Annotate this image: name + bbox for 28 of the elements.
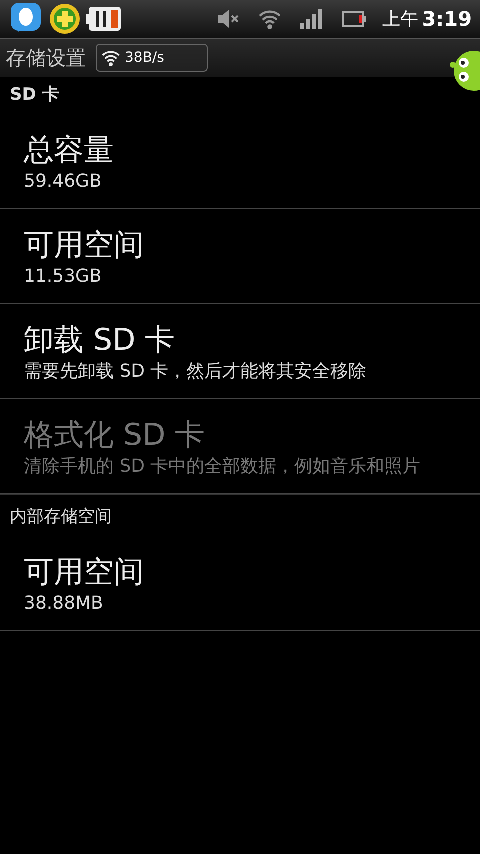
battery-icon: [342, 11, 366, 27]
network-speed: 38B/s: [125, 50, 164, 66]
screen-title: 存储设置: [6, 44, 86, 72]
mute-icon: [218, 10, 240, 28]
item-summary: 38.88MB: [24, 592, 104, 616]
settings-item[interactable]: 可用空间 11.53GB: [0, 209, 480, 304]
settings-item[interactable]: 卸载 SD 卡 需要先卸载 SD 卡，然后才能将其安全移除: [0, 304, 480, 399]
wifi-icon: [258, 8, 282, 30]
item-title: 总容量: [24, 132, 115, 170]
item-summary: 59.46GB: [24, 170, 103, 194]
battery-app-icon: [86, 6, 122, 32]
settings-item[interactable]: 总容量 59.46GB: [0, 114, 480, 209]
item-summary: 11.53GB: [24, 265, 103, 289]
item-title: 格式化 SD 卡: [24, 417, 206, 455]
settings-item[interactable]: 可用空间 38.88MB: [0, 536, 480, 631]
item-summary: 需要先卸载 SD 卡，然后才能将其安全移除: [24, 360, 368, 384]
item-title: 卸载 SD 卡: [24, 322, 176, 360]
item-title: 可用空间: [24, 554, 145, 592]
speed-widget[interactable]: 38B/s: [96, 44, 208, 72]
section-header: SD 卡: [9, 84, 60, 107]
item-summary: 清除手机的 SD 卡中的全部数据，例如音乐和照片: [24, 455, 422, 479]
section-header: 内部存储空间: [9, 506, 113, 529]
time-period: 上午: [382, 8, 418, 31]
signal-icon: [300, 9, 324, 29]
shield-plus-icon: [48, 2, 82, 36]
wifi-icon: [101, 49, 121, 67]
clock-time: 3:19: [422, 7, 472, 31]
item-title: 可用空间: [24, 227, 145, 265]
